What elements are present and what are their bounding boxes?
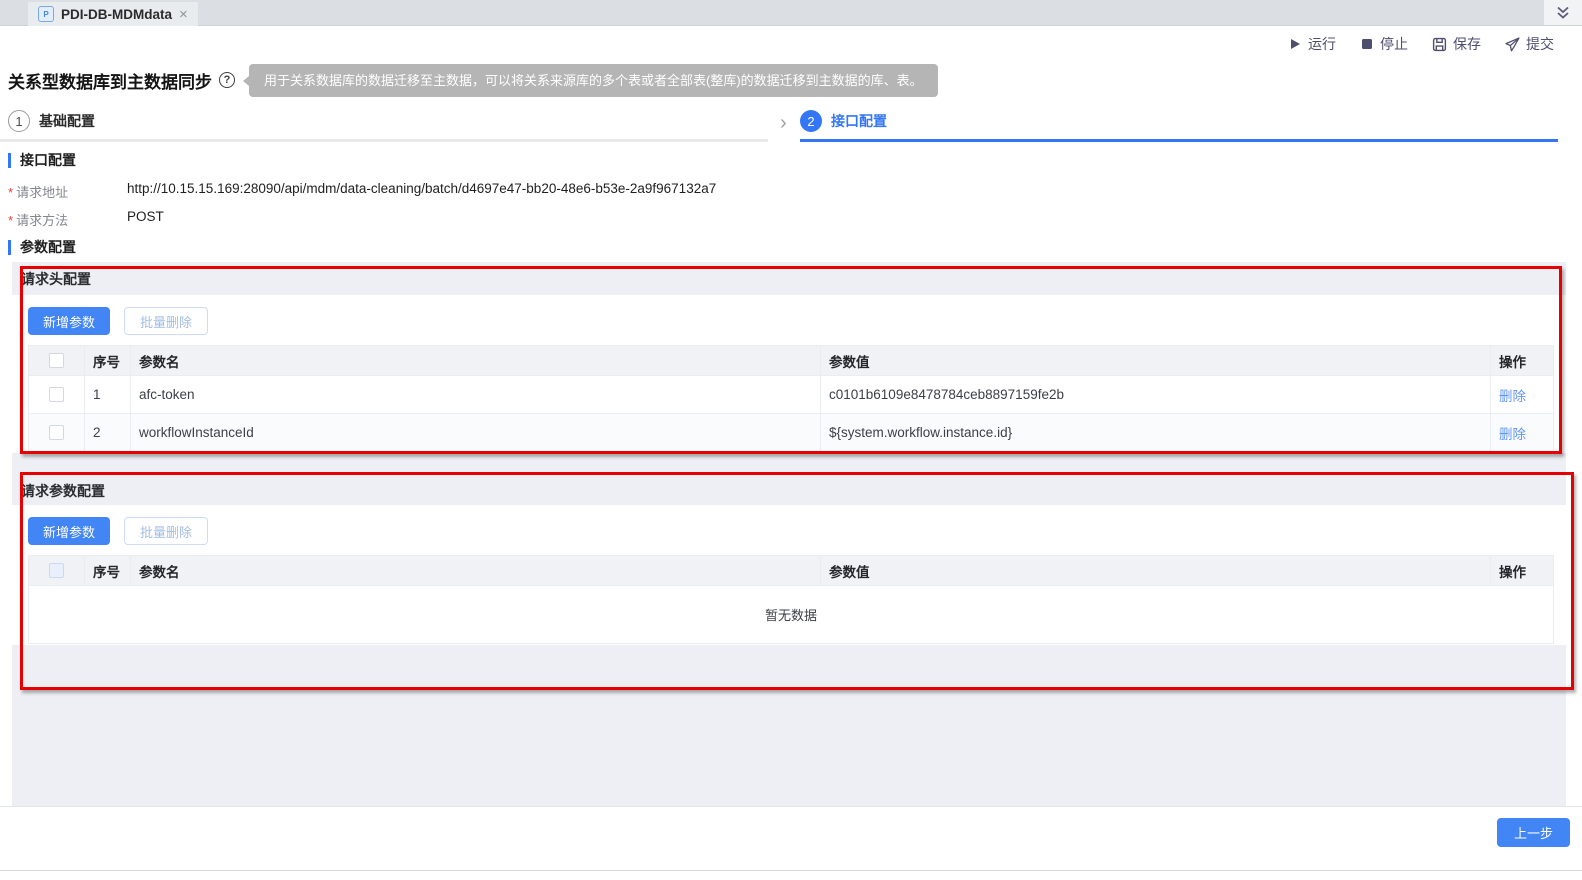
- section-title: 接口配置: [20, 152, 76, 168]
- step-1-number: 1: [8, 110, 30, 132]
- request-method-field: * 请求方法 POST: [8, 209, 1408, 229]
- required-asterisk: *: [8, 213, 14, 228]
- section-interface-config: 接口配置: [8, 150, 76, 170]
- tab-label: PDI-DB-MDMdata: [61, 6, 172, 22]
- table-header-row: 序号 参数名 参数值 操作: [28, 555, 1554, 586]
- run-button-label: 运行: [1308, 36, 1336, 52]
- table-row: 1 afc-token c0101b6109e8478784ceb8897159…: [28, 375, 1554, 414]
- delete-link[interactable]: 删除: [1499, 389, 1526, 404]
- previous-step-button[interactable]: 上一步: [1496, 818, 1570, 847]
- add-param-button[interactable]: 新增参数: [28, 307, 111, 335]
- request-header-button-row: 新增参数 批量删除: [12, 295, 1566, 335]
- row-checkbox[interactable]: [49, 425, 64, 440]
- save-button-label: 保存: [1453, 36, 1481, 52]
- request-params-button-row: 新增参数 批量删除: [12, 505, 1566, 545]
- batch-delete-button[interactable]: 批量删除: [124, 307, 209, 335]
- empty-row: 暂无数据: [28, 585, 1554, 644]
- submit-button-label: 提交: [1526, 36, 1554, 52]
- step-1-label: 基础配置: [39, 113, 95, 129]
- play-icon: [1291, 39, 1300, 49]
- run-button[interactable]: 运行: [1288, 34, 1336, 54]
- page-header: 关系型数据库到主数据同步 ? 用于关系数据库的数据迁移至主数据，可以将关系来源库…: [8, 62, 938, 98]
- request-header-table: 序号 参数名 参数值 操作 1 afc-token c0101b6109e847…: [28, 345, 1554, 452]
- section-params-config: 参数配置: [8, 237, 76, 257]
- stop-button[interactable]: 停止: [1360, 34, 1408, 54]
- request-params-table: 序号 参数名 参数值 操作 暂无数据: [28, 555, 1554, 644]
- footer-bar: 上一步: [0, 806, 1582, 871]
- cell-index: 1: [84, 375, 131, 414]
- cell-param-value: c0101b6109e8478784ceb8897159fe2b: [820, 375, 1491, 414]
- column-index: 序号: [84, 345, 131, 376]
- row-checkbox[interactable]: [49, 387, 64, 402]
- params-area: 请求头配置 新增参数 批量删除 序号 参数名 参数值 操作 1 afc-toke…: [12, 262, 1566, 807]
- empty-state-text: 暂无数据: [28, 585, 1554, 644]
- select-all-checkbox[interactable]: [49, 563, 64, 578]
- cell-param-name: afc-token: [130, 375, 821, 414]
- column-action: 操作: [1490, 345, 1554, 376]
- column-index: 序号: [84, 555, 131, 586]
- tab-close-icon[interactable]: ×: [179, 7, 188, 22]
- help-icon[interactable]: ?: [219, 72, 235, 88]
- step-2-active-underline: [800, 139, 1558, 142]
- send-icon: [1505, 36, 1520, 51]
- section-accent-bar: [8, 239, 11, 255]
- step-2-number: 2: [800, 110, 822, 132]
- action-toolbar: 运行 停止 保存 提交: [0, 26, 1582, 62]
- column-value: 参数值: [820, 555, 1491, 586]
- tooltip-text: 用于关系数据库的数据迁移至主数据，可以将关系来源库的多个表或者全部表(整库)的数…: [264, 72, 923, 88]
- request-params-panel-title: 请求参数配置: [21, 483, 105, 499]
- step-1-underline: [0, 139, 768, 142]
- request-url-label: 请求地址: [16, 185, 69, 200]
- collapse-tabs-button[interactable]: [1544, 0, 1582, 25]
- cell-index: 2: [84, 413, 131, 452]
- request-method-value: POST: [127, 209, 164, 224]
- save-button[interactable]: 保存: [1432, 34, 1481, 54]
- request-header-panel-title: 请求头配置: [21, 271, 91, 287]
- step-basic-config[interactable]: 1 基础配置: [8, 110, 95, 132]
- page-title: 关系型数据库到主数据同步: [8, 72, 212, 92]
- double-chevron-down-icon: [1557, 6, 1569, 19]
- tooltip: 用于关系数据库的数据迁移至主数据，可以将关系来源库的多个表或者全部表(整库)的数…: [243, 63, 938, 97]
- add-param-button[interactable]: 新增参数: [28, 517, 111, 545]
- request-params-panel-body: 新增参数 批量删除 序号 参数名 参数值 操作 暂无数据: [12, 505, 1566, 645]
- cell-param-name: workflowInstanceId: [130, 413, 821, 452]
- table-header-row: 序号 参数名 参数值 操作: [28, 345, 1554, 376]
- delete-link[interactable]: 删除: [1499, 427, 1526, 442]
- step-interface-config[interactable]: 2 接口配置: [800, 110, 887, 132]
- request-method-label: 请求方法: [16, 213, 69, 228]
- required-asterisk: *: [8, 185, 14, 200]
- cell-param-value: ${system.workflow.instance.id}: [820, 413, 1491, 452]
- select-all-checkbox[interactable]: [49, 353, 64, 368]
- tab-bar: P PDI-DB-MDMdata ×: [0, 0, 1582, 26]
- section-title: 参数配置: [20, 239, 76, 255]
- request-url-value: http://10.15.15.169:28090/api/mdm/data-c…: [127, 181, 717, 196]
- tab-pdi-db-mdmdata[interactable]: P PDI-DB-MDMdata ×: [28, 2, 198, 26]
- batch-delete-button[interactable]: 批量删除: [124, 517, 209, 545]
- step-arrow-icon: ›: [780, 112, 787, 134]
- save-icon: [1432, 37, 1447, 51]
- app-window: P PDI-DB-MDMdata × 运行 停止 保存 提交 关系型数据库到主数…: [0, 0, 1582, 880]
- table-row: 2 workflowInstanceId ${system.workflow.i…: [28, 413, 1554, 452]
- submit-button[interactable]: 提交: [1505, 34, 1554, 54]
- stop-button-label: 停止: [1380, 36, 1408, 52]
- column-value: 参数值: [820, 345, 1491, 376]
- section-accent-bar: [8, 152, 11, 168]
- column-name: 参数名: [130, 555, 821, 586]
- request-url-field: * 请求地址 http://10.15.15.169:28090/api/mdm/…: [8, 181, 1408, 201]
- stop-icon: [1362, 39, 1372, 49]
- column-action: 操作: [1490, 555, 1554, 586]
- column-name: 参数名: [130, 345, 821, 376]
- pipeline-file-icon: P: [38, 6, 54, 22]
- step-2-label: 接口配置: [831, 113, 887, 129]
- request-header-panel-body: 新增参数 批量删除 序号 参数名 参数值 操作 1 afc-token c010…: [12, 295, 1566, 453]
